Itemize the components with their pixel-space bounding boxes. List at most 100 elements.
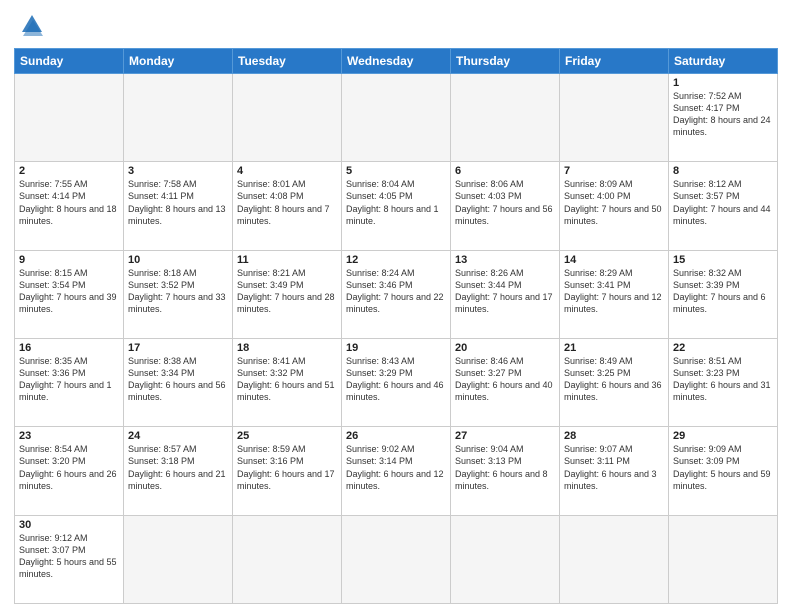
calendar-cell: 30Sunrise: 9:12 AM Sunset: 3:07 PM Dayli… — [15, 515, 124, 603]
day-info: Sunrise: 8:26 AM Sunset: 3:44 PM Dayligh… — [455, 267, 555, 316]
calendar-cell: 21Sunrise: 8:49 AM Sunset: 3:25 PM Dayli… — [560, 338, 669, 426]
day-number: 21 — [564, 342, 664, 354]
calendar-header-row: SundayMondayTuesdayWednesdayThursdayFrid… — [15, 49, 778, 74]
day-header-friday: Friday — [560, 49, 669, 74]
day-info: Sunrise: 8:24 AM Sunset: 3:46 PM Dayligh… — [346, 267, 446, 316]
day-number: 2 — [19, 165, 119, 177]
calendar-cell: 24Sunrise: 8:57 AM Sunset: 3:18 PM Dayli… — [124, 427, 233, 515]
day-header-tuesday: Tuesday — [233, 49, 342, 74]
day-number: 25 — [237, 430, 337, 442]
calendar-cell: 23Sunrise: 8:54 AM Sunset: 3:20 PM Dayli… — [15, 427, 124, 515]
day-info: Sunrise: 9:07 AM Sunset: 3:11 PM Dayligh… — [564, 443, 664, 492]
calendar-cell: 20Sunrise: 8:46 AM Sunset: 3:27 PM Dayli… — [451, 338, 560, 426]
calendar-cell: 17Sunrise: 8:38 AM Sunset: 3:34 PM Dayli… — [124, 338, 233, 426]
day-number: 7 — [564, 165, 664, 177]
day-info: Sunrise: 8:54 AM Sunset: 3:20 PM Dayligh… — [19, 443, 119, 492]
calendar-cell — [451, 515, 560, 603]
day-info: Sunrise: 9:04 AM Sunset: 3:13 PM Dayligh… — [455, 443, 555, 492]
day-info: Sunrise: 8:06 AM Sunset: 4:03 PM Dayligh… — [455, 178, 555, 227]
calendar-cell: 2Sunrise: 7:55 AM Sunset: 4:14 PM Daylig… — [15, 162, 124, 250]
calendar-cell: 15Sunrise: 8:32 AM Sunset: 3:39 PM Dayli… — [669, 250, 778, 338]
calendar-cell — [342, 74, 451, 162]
calendar-cell: 27Sunrise: 9:04 AM Sunset: 3:13 PM Dayli… — [451, 427, 560, 515]
calendar-cell — [669, 515, 778, 603]
day-number: 8 — [673, 165, 773, 177]
day-number: 14 — [564, 254, 664, 266]
day-header-wednesday: Wednesday — [342, 49, 451, 74]
day-number: 11 — [237, 254, 337, 266]
calendar-cell: 25Sunrise: 8:59 AM Sunset: 3:16 PM Dayli… — [233, 427, 342, 515]
day-info: Sunrise: 8:32 AM Sunset: 3:39 PM Dayligh… — [673, 267, 773, 316]
calendar-cell — [451, 74, 560, 162]
day-info: Sunrise: 7:52 AM Sunset: 4:17 PM Dayligh… — [673, 90, 773, 139]
day-info: Sunrise: 8:41 AM Sunset: 3:32 PM Dayligh… — [237, 355, 337, 404]
day-info: Sunrise: 8:29 AM Sunset: 3:41 PM Dayligh… — [564, 267, 664, 316]
calendar-cell: 19Sunrise: 8:43 AM Sunset: 3:29 PM Dayli… — [342, 338, 451, 426]
day-number: 23 — [19, 430, 119, 442]
calendar-cell — [124, 515, 233, 603]
day-header-saturday: Saturday — [669, 49, 778, 74]
calendar-cell: 14Sunrise: 8:29 AM Sunset: 3:41 PM Dayli… — [560, 250, 669, 338]
calendar-cell: 6Sunrise: 8:06 AM Sunset: 4:03 PM Daylig… — [451, 162, 560, 250]
day-number: 20 — [455, 342, 555, 354]
week-row-5: 30Sunrise: 9:12 AM Sunset: 3:07 PM Dayli… — [15, 515, 778, 603]
calendar-cell: 22Sunrise: 8:51 AM Sunset: 3:23 PM Dayli… — [669, 338, 778, 426]
day-info: Sunrise: 8:12 AM Sunset: 3:57 PM Dayligh… — [673, 178, 773, 227]
day-info: Sunrise: 9:09 AM Sunset: 3:09 PM Dayligh… — [673, 443, 773, 492]
logo — [14, 12, 47, 40]
calendar-cell — [233, 515, 342, 603]
day-number: 19 — [346, 342, 446, 354]
day-number: 30 — [19, 519, 119, 531]
day-info: Sunrise: 8:04 AM Sunset: 4:05 PM Dayligh… — [346, 178, 446, 227]
day-number: 10 — [128, 254, 228, 266]
day-info: Sunrise: 7:58 AM Sunset: 4:11 PM Dayligh… — [128, 178, 228, 227]
week-row-0: 1Sunrise: 7:52 AM Sunset: 4:17 PM Daylig… — [15, 74, 778, 162]
day-number: 9 — [19, 254, 119, 266]
day-info: Sunrise: 8:43 AM Sunset: 3:29 PM Dayligh… — [346, 355, 446, 404]
calendar-cell — [124, 74, 233, 162]
day-number: 15 — [673, 254, 773, 266]
day-info: Sunrise: 8:09 AM Sunset: 4:00 PM Dayligh… — [564, 178, 664, 227]
day-info: Sunrise: 8:01 AM Sunset: 4:08 PM Dayligh… — [237, 178, 337, 227]
day-number: 24 — [128, 430, 228, 442]
day-info: Sunrise: 8:49 AM Sunset: 3:25 PM Dayligh… — [564, 355, 664, 404]
day-info: Sunrise: 8:51 AM Sunset: 3:23 PM Dayligh… — [673, 355, 773, 404]
day-number: 13 — [455, 254, 555, 266]
day-number: 18 — [237, 342, 337, 354]
header — [14, 12, 778, 40]
day-number: 12 — [346, 254, 446, 266]
calendar-cell: 26Sunrise: 9:02 AM Sunset: 3:14 PM Dayli… — [342, 427, 451, 515]
day-info: Sunrise: 9:12 AM Sunset: 3:07 PM Dayligh… — [19, 532, 119, 581]
day-number: 16 — [19, 342, 119, 354]
calendar-cell: 28Sunrise: 9:07 AM Sunset: 3:11 PM Dayli… — [560, 427, 669, 515]
calendar-cell: 8Sunrise: 8:12 AM Sunset: 3:57 PM Daylig… — [669, 162, 778, 250]
day-info: Sunrise: 8:57 AM Sunset: 3:18 PM Dayligh… — [128, 443, 228, 492]
day-info: Sunrise: 8:18 AM Sunset: 3:52 PM Dayligh… — [128, 267, 228, 316]
calendar-cell: 5Sunrise: 8:04 AM Sunset: 4:05 PM Daylig… — [342, 162, 451, 250]
calendar-cell — [560, 74, 669, 162]
calendar-cell: 12Sunrise: 8:24 AM Sunset: 3:46 PM Dayli… — [342, 250, 451, 338]
day-number: 27 — [455, 430, 555, 442]
day-info: Sunrise: 8:15 AM Sunset: 3:54 PM Dayligh… — [19, 267, 119, 316]
day-info: Sunrise: 8:46 AM Sunset: 3:27 PM Dayligh… — [455, 355, 555, 404]
calendar-cell: 7Sunrise: 8:09 AM Sunset: 4:00 PM Daylig… — [560, 162, 669, 250]
day-number: 28 — [564, 430, 664, 442]
day-number: 5 — [346, 165, 446, 177]
calendar-cell — [342, 515, 451, 603]
day-number: 22 — [673, 342, 773, 354]
calendar-cell — [560, 515, 669, 603]
calendar-cell: 16Sunrise: 8:35 AM Sunset: 3:36 PM Dayli… — [15, 338, 124, 426]
week-row-4: 23Sunrise: 8:54 AM Sunset: 3:20 PM Dayli… — [15, 427, 778, 515]
week-row-1: 2Sunrise: 7:55 AM Sunset: 4:14 PM Daylig… — [15, 162, 778, 250]
day-info: Sunrise: 8:59 AM Sunset: 3:16 PM Dayligh… — [237, 443, 337, 492]
calendar-cell: 10Sunrise: 8:18 AM Sunset: 3:52 PM Dayli… — [124, 250, 233, 338]
calendar-cell — [15, 74, 124, 162]
calendar-cell: 18Sunrise: 8:41 AM Sunset: 3:32 PM Dayli… — [233, 338, 342, 426]
calendar-cell: 1Sunrise: 7:52 AM Sunset: 4:17 PM Daylig… — [669, 74, 778, 162]
calendar-cell: 4Sunrise: 8:01 AM Sunset: 4:08 PM Daylig… — [233, 162, 342, 250]
day-number: 17 — [128, 342, 228, 354]
day-info: Sunrise: 8:38 AM Sunset: 3:34 PM Dayligh… — [128, 355, 228, 404]
calendar-cell: 13Sunrise: 8:26 AM Sunset: 3:44 PM Dayli… — [451, 250, 560, 338]
calendar-cell — [233, 74, 342, 162]
day-number: 29 — [673, 430, 773, 442]
